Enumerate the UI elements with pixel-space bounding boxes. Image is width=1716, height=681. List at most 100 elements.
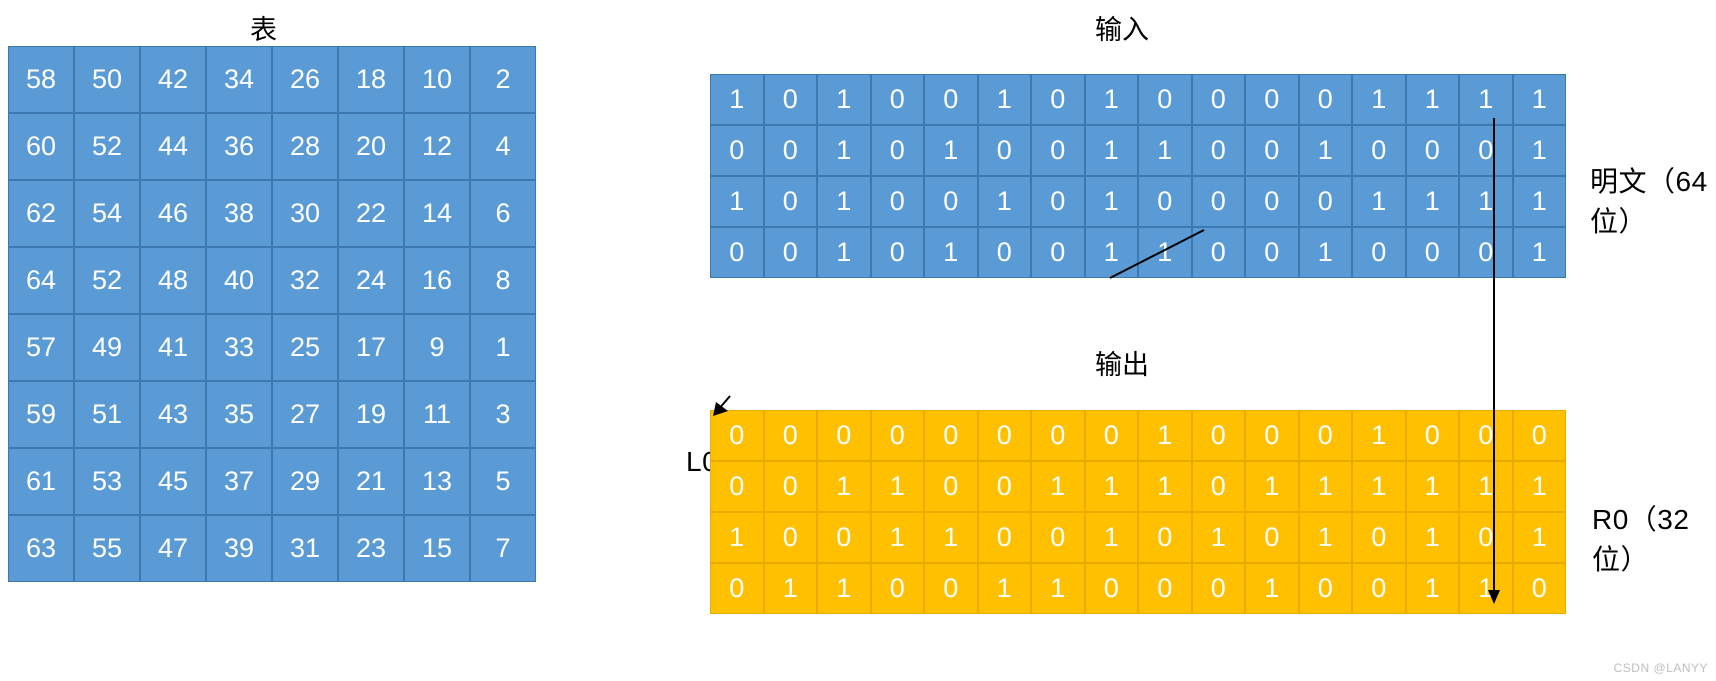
perm-cell: 59: [8, 381, 74, 448]
output-bit-cell: 1: [871, 461, 925, 512]
output-bit-cell: 1: [1352, 410, 1406, 461]
perm-cell: 22: [338, 180, 404, 247]
input-bit-cell: 0: [1459, 227, 1513, 278]
input-bit-cell: 0: [978, 227, 1032, 278]
input-bit-cell: 1: [1085, 74, 1139, 125]
input-bit-cell: 0: [764, 227, 818, 278]
input-bit-cell: 0: [1031, 176, 1085, 227]
perm-cell: 6: [470, 180, 536, 247]
plaintext-label: 明文（64位）: [1590, 160, 1716, 240]
perm-cell: 25: [272, 314, 338, 381]
perm-cell: 51: [74, 381, 140, 448]
r0-label: R0（32位）: [1592, 498, 1716, 578]
input-bit-cell: 0: [1245, 176, 1299, 227]
input-bit-cell: 1: [1459, 74, 1513, 125]
output-bit-cell: 0: [1406, 410, 1460, 461]
output-bit-cell: 0: [1192, 563, 1246, 614]
input-bit-cell: 1: [1406, 74, 1460, 125]
output-bit-grid: 0000000010001000001100111011111110011001…: [710, 410, 1566, 614]
perm-cell: 55: [74, 515, 140, 582]
input-bit-cell: 1: [1513, 176, 1567, 227]
input-bit-grid: 1010010100001111001010011001000110100101…: [710, 74, 1566, 278]
input-bit-cell: 1: [1085, 125, 1139, 176]
perm-cell: 44: [140, 113, 206, 180]
perm-cell: 32: [272, 247, 338, 314]
input-bit-cell: 0: [1352, 227, 1406, 278]
output-bit-cell: 1: [1031, 563, 1085, 614]
perm-cell: 35: [206, 381, 272, 448]
output-bit-cell: 0: [924, 461, 978, 512]
perm-cell: 52: [74, 113, 140, 180]
perm-cell: 52: [74, 247, 140, 314]
output-bit-cell: 1: [1513, 461, 1567, 512]
perm-cell: 45: [140, 448, 206, 515]
output-bit-cell: 0: [1513, 563, 1567, 614]
output-bit-cell: 1: [817, 461, 871, 512]
output-bit-cell: 0: [1138, 512, 1192, 563]
input-bit-cell: 0: [871, 74, 925, 125]
output-bit-cell: 0: [978, 410, 1032, 461]
perm-cell: 30: [272, 180, 338, 247]
permutation-table: 5850423426181026052443628201246254463830…: [8, 46, 536, 582]
output-bit-cell: 0: [924, 410, 978, 461]
output-bit-cell: 0: [1352, 563, 1406, 614]
input-bit-cell: 1: [978, 74, 1032, 125]
output-bit-cell: 0: [1352, 512, 1406, 563]
output-bit-cell: 0: [710, 410, 764, 461]
output-bit-cell: 1: [1085, 461, 1139, 512]
input-bit-cell: 1: [978, 176, 1032, 227]
output-bit-cell: 0: [710, 461, 764, 512]
input-bit-cell: 1: [1299, 125, 1353, 176]
input-bit-cell: 0: [871, 227, 925, 278]
output-bit-cell: 1: [1245, 563, 1299, 614]
perm-cell: 13: [404, 448, 470, 515]
input-bit-cell: 0: [871, 176, 925, 227]
output-bit-cell: 1: [1459, 563, 1513, 614]
perm-cell: 29: [272, 448, 338, 515]
input-bit-cell: 1: [817, 125, 871, 176]
input-bit-cell: 0: [1031, 125, 1085, 176]
output-bit-cell: 0: [710, 563, 764, 614]
table-title: 表: [250, 8, 277, 47]
output-bit-cell: 1: [1459, 461, 1513, 512]
perm-cell: 41: [140, 314, 206, 381]
perm-cell: 28: [272, 113, 338, 180]
perm-cell: 19: [338, 381, 404, 448]
input-bit-cell: 1: [1352, 74, 1406, 125]
perm-cell: 17: [338, 314, 404, 381]
output-bit-cell: 1: [871, 512, 925, 563]
input-bit-cell: 0: [1031, 74, 1085, 125]
input-bit-cell: 1: [924, 125, 978, 176]
output-bit-cell: 0: [1299, 410, 1353, 461]
perm-cell: 2: [470, 46, 536, 113]
input-bit-cell: 1: [817, 227, 871, 278]
watermark: CSDN @LANYY: [1614, 661, 1708, 675]
input-bit-cell: 1: [1406, 176, 1460, 227]
input-bit-cell: 0: [1459, 125, 1513, 176]
output-bit-cell: 0: [924, 563, 978, 614]
perm-cell: 18: [338, 46, 404, 113]
input-bit-cell: 0: [1406, 125, 1460, 176]
perm-cell: 31: [272, 515, 338, 582]
input-bit-cell: 0: [1031, 227, 1085, 278]
output-bit-cell: 0: [1459, 512, 1513, 563]
output-bit-cell: 1: [1406, 461, 1460, 512]
output-bit-cell: 1: [1138, 461, 1192, 512]
input-bit-cell: 0: [1192, 125, 1246, 176]
input-bit-cell: 0: [1299, 176, 1353, 227]
output-bit-cell: 1: [1406, 512, 1460, 563]
output-bit-cell: 1: [1513, 512, 1567, 563]
input-bit-cell: 0: [1192, 74, 1246, 125]
output-bit-cell: 1: [978, 563, 1032, 614]
input-bit-cell: 0: [1245, 125, 1299, 176]
output-bit-cell: 0: [764, 461, 818, 512]
input-bit-cell: 1: [1513, 227, 1567, 278]
output-bit-cell: 1: [710, 512, 764, 563]
input-bit-cell: 0: [871, 125, 925, 176]
input-bit-cell: 1: [710, 176, 764, 227]
perm-cell: 9: [404, 314, 470, 381]
perm-cell: 23: [338, 515, 404, 582]
output-bit-cell: 0: [1138, 563, 1192, 614]
perm-cell: 49: [74, 314, 140, 381]
perm-cell: 60: [8, 113, 74, 180]
